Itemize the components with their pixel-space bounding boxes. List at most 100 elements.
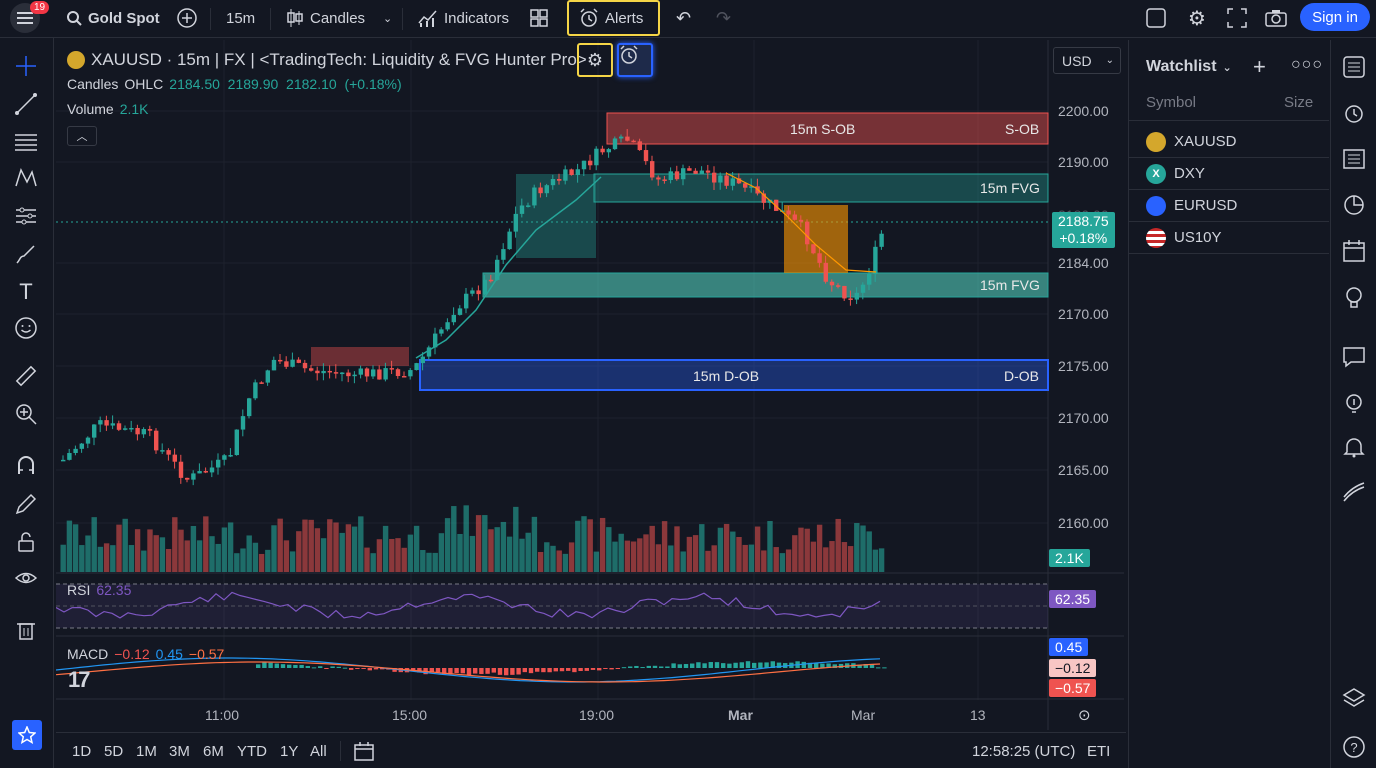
zoom-tool[interactable] (12, 400, 40, 428)
brush-tool[interactable] (12, 240, 40, 268)
candle-body (240, 416, 246, 430)
sign-in-button[interactable]: Sign in (1300, 3, 1370, 31)
object-tree-button[interactable] (1341, 686, 1367, 712)
range-5d[interactable]: 5D (104, 743, 123, 760)
text-tool[interactable]: T (12, 278, 40, 306)
volume-bar (587, 519, 593, 572)
range-ytd[interactable]: YTD (237, 743, 267, 760)
indicator-settings-button[interactable]: ⚙ (577, 43, 613, 77)
clock[interactable]: 12:58:25 (UTC) (972, 743, 1075, 760)
watchlist-title-button[interactable]: Watchlist ⌄ (1146, 58, 1232, 76)
volume-bar (686, 536, 693, 572)
watchlist-item-xauusd[interactable]: XAUUSD (1129, 126, 1329, 158)
session-button[interactable]: ETI (1087, 743, 1110, 760)
range-1d[interactable]: 1D (72, 743, 91, 760)
redo-button[interactable]: ↷ (716, 0, 731, 36)
ruler-tool[interactable] (12, 362, 40, 390)
alerts-button[interactable]: Alerts (567, 0, 660, 36)
fullscreen-button[interactable] (1227, 0, 1247, 36)
notifications-button[interactable] (1341, 434, 1367, 460)
time-axis-label: 19:00 (579, 707, 615, 723)
add-alert-button[interactable] (617, 43, 653, 77)
volume-bar (785, 549, 792, 572)
watchlist-rail-button[interactable] (1341, 54, 1367, 80)
currency-select[interactable]: USD ⌄ (1053, 47, 1121, 74)
favorites-button[interactable] (12, 720, 42, 750)
range-all[interactable]: All (310, 743, 327, 760)
pie-clock-icon (1344, 195, 1364, 215)
chart-type-button[interactable]: Candles ⌄ (286, 0, 392, 36)
volume-bar (184, 540, 190, 572)
volume-bar (333, 522, 339, 572)
ideas-stream-button[interactable] (1341, 390, 1367, 416)
fvg-top-label: 15m FVG (980, 180, 1040, 196)
more-options-button[interactable]: ○○○ (1291, 56, 1323, 74)
help-button[interactable]: ? (1341, 734, 1367, 760)
layout-button[interactable] (530, 0, 548, 36)
candle-body (98, 420, 103, 425)
range-6m[interactable]: 6M (203, 743, 224, 760)
data-window-button[interactable] (1341, 146, 1367, 172)
stay-drawing-tool[interactable] (12, 490, 40, 518)
candle-body (823, 262, 828, 282)
add-symbol-button[interactable]: + (1253, 54, 1266, 80)
snapshot-button[interactable] (1265, 0, 1287, 36)
watchlist-item-eurusd[interactable]: EURUSD (1129, 190, 1329, 222)
settings-button[interactable]: ⚙ (1188, 0, 1206, 36)
trend-line-icon (15, 93, 37, 115)
macd-histogram-bar (528, 668, 534, 674)
macd-histogram-bar (361, 668, 366, 669)
candle-body (364, 368, 370, 377)
signals-button[interactable] (1341, 480, 1367, 506)
size-column-header[interactable]: Size (1284, 94, 1313, 111)
range-1y[interactable]: 1Y (280, 743, 298, 760)
lock-drawings-tool[interactable] (12, 528, 40, 556)
fib-tool[interactable] (12, 128, 40, 156)
compare-button[interactable] (176, 0, 198, 36)
ideas-button[interactable] (1341, 284, 1367, 310)
range-3m[interactable]: 3M (169, 743, 190, 760)
chats-button[interactable] (1341, 344, 1367, 370)
volume-bar (668, 545, 674, 572)
macd-histogram-bar (559, 668, 565, 672)
alerts-rail-button[interactable] (1341, 100, 1367, 126)
price-chart[interactable] (56, 40, 1124, 730)
calendar-rail-button[interactable] (1341, 238, 1367, 264)
volume-bar (711, 545, 717, 572)
volume-bar (878, 548, 885, 572)
watchlist-item-us10y[interactable]: US10Y (1129, 222, 1329, 254)
emoji-tool[interactable] (12, 314, 40, 342)
volume-bar (730, 531, 736, 572)
symbol-column-header[interactable]: Symbol (1146, 94, 1196, 111)
trend-line-tool[interactable] (12, 90, 40, 118)
remove-drawings-tool[interactable] (12, 616, 40, 644)
more-dots-icon: ○○○ (1291, 56, 1323, 73)
watchlist-symbol: XAUUSD (1174, 133, 1237, 150)
watchlist-item-dxy[interactable]: X DXY (1129, 158, 1329, 190)
waves-icon (1343, 482, 1365, 502)
interval-button[interactable]: 15m (226, 0, 255, 36)
undo-button[interactable]: ↶ (676, 0, 691, 36)
macd-histogram-bar (578, 668, 583, 672)
hotlists-button[interactable] (1341, 192, 1367, 218)
candle-body (451, 314, 456, 323)
volume-bar (159, 537, 166, 572)
volume-bar (736, 536, 742, 572)
indicators-button[interactable]: Indicators (418, 0, 509, 36)
symbol-search[interactable]: Gold Spot (66, 0, 160, 36)
fullscreen-layout-button[interactable] (1146, 0, 1166, 36)
prediction-tool[interactable] (12, 202, 40, 230)
volume-bar (457, 534, 463, 572)
pattern-tool[interactable] (12, 164, 40, 192)
candle-body (222, 455, 227, 460)
range-1m[interactable]: 1M (136, 743, 157, 760)
magnet-tool[interactable] (12, 452, 40, 480)
chart-pane[interactable]: XAUUSD · 15m | FX | <TradingTech: Liquid… (56, 40, 1124, 730)
hide-drawings-tool[interactable] (12, 564, 40, 592)
axis-settings-button[interactable]: ⊙ (1078, 706, 1091, 724)
collapse-legend-button[interactable]: ︿ (67, 126, 97, 146)
go-to-date-button[interactable] (354, 741, 374, 766)
macd-histogram-bar (318, 666, 323, 668)
legend-title[interactable]: XAUUSD · 15m | FX | <TradingTech: Liquid… (91, 50, 587, 70)
crosshair-tool[interactable] (12, 52, 40, 80)
